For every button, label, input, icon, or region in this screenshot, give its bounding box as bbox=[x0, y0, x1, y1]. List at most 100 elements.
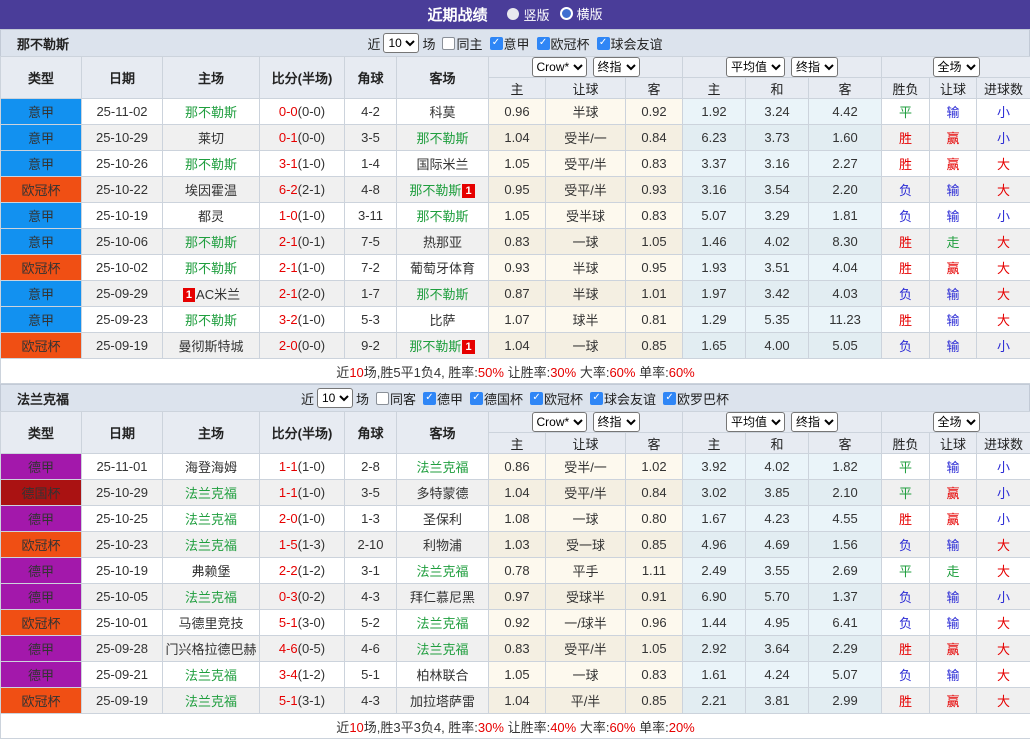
same-venue-checkbox[interactable]: 同客 bbox=[376, 389, 416, 408]
odds-handicap: 一球 bbox=[546, 333, 626, 359]
odds-home: 0.78 bbox=[489, 558, 546, 584]
odds-away: 0.81 bbox=[626, 307, 683, 333]
radio-selected-icon bbox=[507, 8, 519, 20]
games-count-select[interactable]: 10 bbox=[317, 388, 353, 408]
score: 2-1(0-1) bbox=[260, 229, 345, 255]
odds-away: 0.92 bbox=[626, 99, 683, 125]
match-row: 德甲25-10-19弗赖堡2-2(1-2)3-1法兰克福0.78平手1.112.… bbox=[1, 558, 1030, 584]
home-team: 马德里竞技 bbox=[163, 610, 260, 636]
avg-away: 8.30 bbox=[809, 229, 882, 255]
league-checkbox[interactable]: ✓欧冠杯 bbox=[537, 34, 590, 53]
odds-home: 0.93 bbox=[489, 255, 546, 281]
avg-draw: 4.24 bbox=[746, 662, 809, 688]
league-type-badge: 意甲 bbox=[1, 125, 82, 151]
match-row: 德甲25-09-21法兰克福3-4(1-2)5-1柏林联合1.05一球0.831… bbox=[1, 662, 1030, 688]
match-row: 意甲25-09-291AC米兰2-1(2-0)1-7那不勒斯0.87半球1.01… bbox=[1, 281, 1030, 307]
checkbox-label: 欧罗巴杯 bbox=[677, 389, 729, 408]
layout-radio-horizontal[interactable]: 横版 bbox=[560, 4, 603, 23]
sub-column-header: 胜负 bbox=[882, 433, 930, 454]
team-label: 法兰克福 bbox=[185, 538, 237, 553]
final-index-select-2[interactable]: 终指 bbox=[791, 412, 838, 432]
section-header: 那不勒斯近10场同主✓意甲✓欧冠杯✓球会友谊 bbox=[0, 29, 1030, 56]
odds-handicap: 平手 bbox=[546, 558, 626, 584]
team-label: 那不勒斯 bbox=[185, 261, 237, 276]
halftime-score: (3-1) bbox=[298, 693, 325, 708]
final-index-select-2[interactable]: 终指 bbox=[791, 57, 838, 77]
same-venue-checkbox[interactable]: 同主 bbox=[442, 34, 482, 53]
column-header: 主场 bbox=[163, 412, 260, 454]
away-team: 科莫 bbox=[397, 99, 489, 125]
games-count-select[interactable]: 10 bbox=[383, 33, 419, 53]
home-team: 法兰克福 bbox=[163, 688, 260, 714]
league-checkbox[interactable]: ✓德甲 bbox=[423, 389, 463, 408]
sub-column-header: 让球 bbox=[930, 78, 977, 99]
fulltime-score: 2-1 bbox=[279, 260, 298, 275]
league-checkbox[interactable]: ✓欧罗巴杯 bbox=[663, 389, 729, 408]
crow-select[interactable]: Crow* bbox=[532, 412, 587, 432]
league-checkbox[interactable]: ✓意甲 bbox=[490, 34, 530, 53]
corners: 3-11 bbox=[345, 203, 397, 229]
odds-home: 0.95 bbox=[489, 177, 546, 203]
match-date: 25-09-19 bbox=[82, 688, 163, 714]
average-select[interactable]: 平均值 bbox=[726, 57, 785, 77]
result-handicap: 赢 bbox=[930, 125, 977, 151]
result-winlose: 负 bbox=[882, 203, 930, 229]
avg-home: 3.37 bbox=[683, 151, 746, 177]
result-winlose: 胜 bbox=[882, 636, 930, 662]
team-label: 那不勒斯 bbox=[185, 105, 237, 120]
fulltime-score: 2-0 bbox=[279, 338, 298, 353]
result-handicap: 输 bbox=[930, 532, 977, 558]
summary-text: 近10场,胜5平1负4, 胜率:50% 让胜率:30% 大率:60% 单率:60… bbox=[1, 359, 1030, 384]
checkbox-checked-icon: ✓ bbox=[490, 37, 503, 50]
column-header: 主场 bbox=[163, 57, 260, 99]
scope-select[interactable]: 全场 bbox=[933, 57, 980, 77]
result-goals: 大 bbox=[977, 532, 1030, 558]
halftime-score: (1-0) bbox=[298, 156, 325, 171]
corners: 4-8 bbox=[345, 177, 397, 203]
home-team: 曼彻斯特城 bbox=[163, 333, 260, 359]
final-index-select[interactable]: 终指 bbox=[593, 412, 640, 432]
final-index-select[interactable]: 终指 bbox=[593, 57, 640, 77]
average-select[interactable]: 平均值 bbox=[726, 412, 785, 432]
checkbox-label: 同主 bbox=[456, 34, 482, 53]
league-type-badge: 德甲 bbox=[1, 506, 82, 532]
odds-home: 1.05 bbox=[489, 662, 546, 688]
team-label: 法兰克福 bbox=[185, 694, 237, 709]
league-type-badge: 欧冠杯 bbox=[1, 255, 82, 281]
team-label: 马德里竞技 bbox=[178, 616, 243, 631]
crow-select[interactable]: Crow* bbox=[532, 57, 587, 77]
odds-handicap: 受球半 bbox=[546, 584, 626, 610]
league-checkbox[interactable]: ✓球会友谊 bbox=[590, 389, 656, 408]
scope-select[interactable]: 全场 bbox=[933, 412, 980, 432]
match-date: 25-10-02 bbox=[82, 255, 163, 281]
corners: 1-4 bbox=[345, 151, 397, 177]
league-checkbox[interactable]: ✓德国杯 bbox=[470, 389, 523, 408]
halftime-score: (1-0) bbox=[298, 260, 325, 275]
league-type-badge: 德国杯 bbox=[1, 480, 82, 506]
avg-draw: 5.70 bbox=[746, 584, 809, 610]
odds-home: 0.86 bbox=[489, 454, 546, 480]
halftime-score: (0-2) bbox=[298, 589, 325, 604]
team-label: 那不勒斯 bbox=[416, 131, 468, 146]
away-team: 那不勒斯 bbox=[397, 125, 489, 151]
away-team: 多特蒙德 bbox=[397, 480, 489, 506]
score: 1-0(1-0) bbox=[260, 203, 345, 229]
team-label: 法兰克福 bbox=[185, 512, 237, 527]
odds-home: 0.92 bbox=[489, 610, 546, 636]
home-team: 法兰克福 bbox=[163, 662, 260, 688]
match-date: 25-09-29 bbox=[82, 281, 163, 307]
home-team: 法兰克福 bbox=[163, 584, 260, 610]
fulltime-score: 5-1 bbox=[279, 615, 298, 630]
layout-radio-vertical[interactable]: 竖版 bbox=[507, 5, 549, 24]
halftime-score: (0-0) bbox=[298, 104, 325, 119]
sub-column-header: 客 bbox=[809, 78, 882, 99]
league-checkbox[interactable]: ✓球会友谊 bbox=[597, 34, 663, 53]
home-team: 法兰克福 bbox=[163, 480, 260, 506]
score: 3-4(1-2) bbox=[260, 662, 345, 688]
fulltime-score: 3-1 bbox=[279, 156, 298, 171]
avg-home: 1.67 bbox=[683, 506, 746, 532]
league-checkbox[interactable]: ✓欧冠杯 bbox=[530, 389, 583, 408]
odds-handicap: 平/半 bbox=[546, 688, 626, 714]
corners: 1-3 bbox=[345, 506, 397, 532]
home-team: 1AC米兰 bbox=[163, 281, 260, 307]
